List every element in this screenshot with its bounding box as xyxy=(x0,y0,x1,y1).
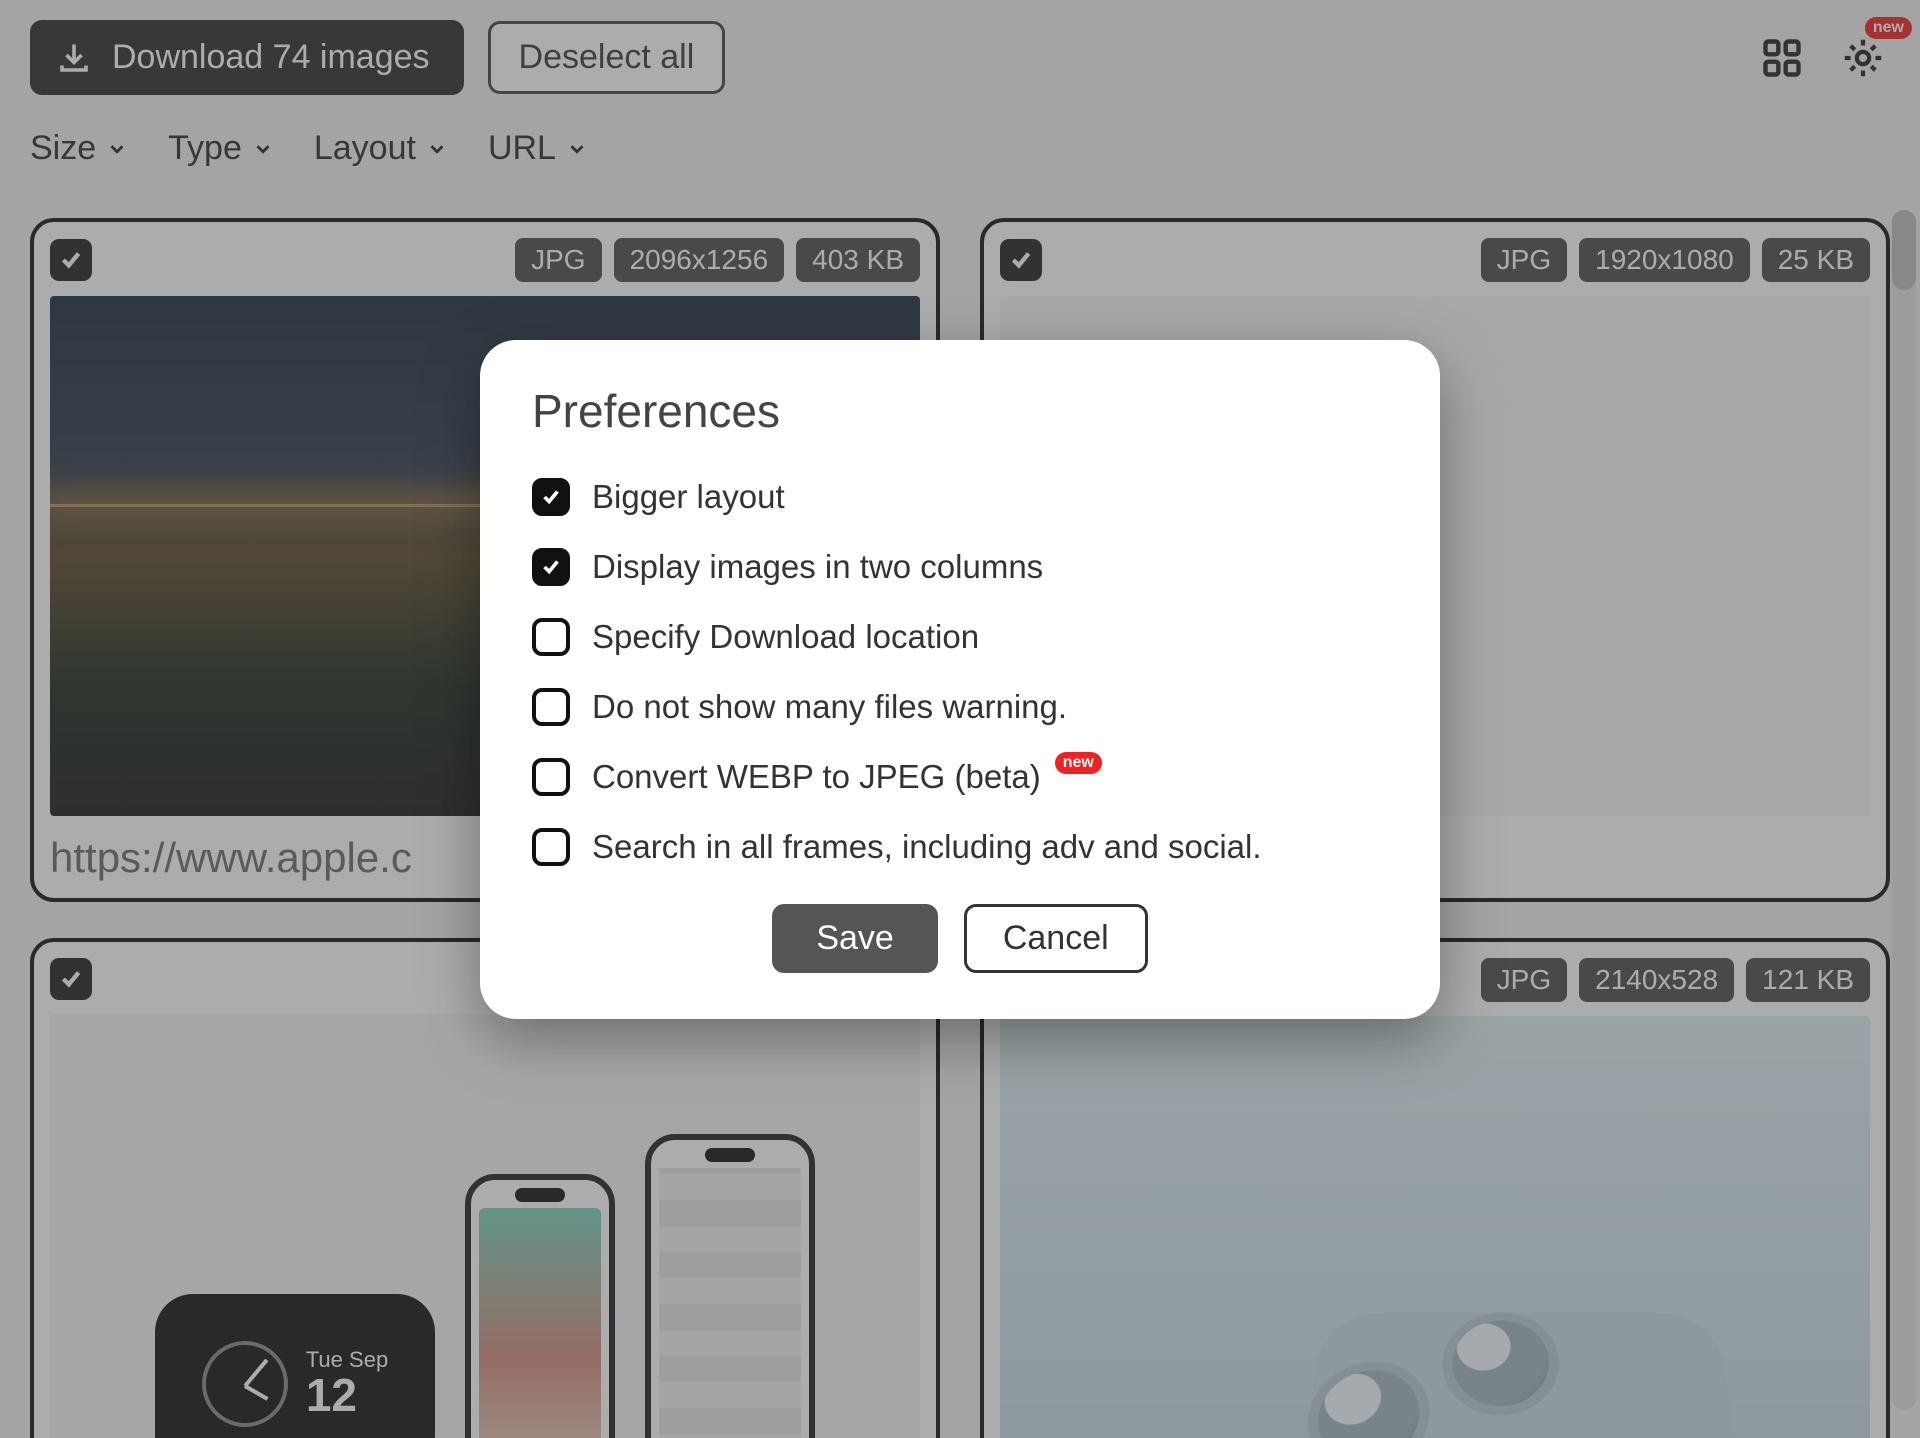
pref-option-files-warning[interactable]: Do not show many files warning. xyxy=(532,688,1388,726)
checkbox-checked[interactable] xyxy=(532,478,570,516)
phone-illustration xyxy=(645,1134,815,1438)
image-meta-pills: JPG 2096x1256 403 KB xyxy=(515,238,920,282)
camera-lens-icon xyxy=(1439,1312,1560,1415)
pref-option-download-location[interactable]: Specify Download location xyxy=(532,618,1388,656)
new-badge: new xyxy=(1055,752,1102,774)
toolbar: Download 74 images Deselect all xyxy=(30,20,1890,95)
format-pill: JPG xyxy=(515,238,601,282)
scrollbar-thumb[interactable] xyxy=(1892,210,1916,290)
settings-button[interactable]: new xyxy=(1836,31,1890,85)
pref-label: Specify Download location xyxy=(592,618,979,656)
phone-illustration xyxy=(465,1174,615,1438)
filter-url-label: URL xyxy=(488,129,556,168)
download-label: Download 74 images xyxy=(112,38,430,77)
pref-label: Search in all frames, including adv and … xyxy=(592,828,1262,866)
camera-lens-icon xyxy=(1300,1362,1433,1438)
image-thumbnail[interactable]: Tue Sep 12 xyxy=(50,1014,920,1438)
filter-type-label: Type xyxy=(168,129,242,168)
dimensions-pill: 1920x1080 xyxy=(1579,238,1750,282)
pref-option-search-frames[interactable]: Search in all frames, including adv and … xyxy=(532,828,1388,866)
dimensions-pill: 2140x528 xyxy=(1579,958,1734,1002)
select-checkbox[interactable] xyxy=(50,958,92,1000)
cancel-button[interactable]: Cancel xyxy=(964,904,1148,973)
pref-label: Convert WEBP to JPEG (beta) xyxy=(592,758,1041,796)
pref-option-webp-to-jpeg[interactable]: Convert WEBP to JPEG (beta) new xyxy=(532,758,1388,796)
filter-size[interactable]: Size xyxy=(30,129,128,168)
preferences-modal: Preferences Bigger layout Display images… xyxy=(480,340,1440,1019)
pref-option-two-columns[interactable]: Display images in two columns xyxy=(532,548,1388,586)
phone-camera-illustration xyxy=(1293,1312,1747,1438)
modal-title: Preferences xyxy=(532,384,1388,438)
pref-option-bigger-layout[interactable]: Bigger layout xyxy=(532,478,1388,516)
grid-icon xyxy=(1760,36,1804,80)
deselect-label: Deselect all xyxy=(519,38,695,76)
image-thumbnail[interactable] xyxy=(1000,1016,1870,1438)
scrollbar[interactable] xyxy=(1892,210,1916,1410)
pref-label: Bigger layout xyxy=(592,478,785,516)
dimensions-pill: 2096x1256 xyxy=(614,238,785,282)
checkbox-unchecked[interactable] xyxy=(532,688,570,726)
card-header: JPG 2096x1256 403 KB xyxy=(50,238,920,282)
filesize-pill: 403 KB xyxy=(796,238,920,282)
checkbox-unchecked[interactable] xyxy=(532,758,570,796)
pref-label: Do not show many files warning. xyxy=(592,688,1067,726)
image-meta-pills: JPG 2140x528 121 KB xyxy=(1481,958,1870,1002)
download-icon xyxy=(56,40,92,76)
download-button[interactable]: Download 74 images xyxy=(30,20,464,95)
checkbox-unchecked[interactable] xyxy=(532,828,570,866)
save-button[interactable]: Save xyxy=(772,904,938,973)
watch-day: 12 xyxy=(306,1371,388,1419)
watch-face-icon xyxy=(202,1341,288,1427)
select-checkbox[interactable] xyxy=(50,239,92,281)
save-label: Save xyxy=(816,919,894,957)
filter-type[interactable]: Type xyxy=(168,129,274,168)
chevron-down-icon xyxy=(252,138,274,160)
filter-layout-label: Layout xyxy=(314,129,416,168)
checkbox-checked[interactable] xyxy=(532,548,570,586)
filter-url[interactable]: URL xyxy=(488,129,588,168)
card-header: JPG 1920x1080 25 KB xyxy=(1000,238,1870,282)
modal-actions: Save Cancel xyxy=(532,904,1388,973)
watch-date: Tue Sep 12 xyxy=(306,1348,388,1419)
filesize-pill: 25 KB xyxy=(1762,238,1870,282)
deselect-all-button[interactable]: Deselect all xyxy=(488,21,726,94)
format-pill: JPG xyxy=(1481,238,1567,282)
settings-new-badge: new xyxy=(1865,17,1912,39)
select-checkbox[interactable] xyxy=(1000,239,1042,281)
chevron-down-icon xyxy=(566,138,588,160)
filesize-pill: 121 KB xyxy=(1746,958,1870,1002)
format-pill: JPG xyxy=(1481,958,1567,1002)
checkbox-unchecked[interactable] xyxy=(532,618,570,656)
cancel-label: Cancel xyxy=(1003,919,1109,957)
gear-icon xyxy=(1840,35,1886,81)
toolbar-right-group: new xyxy=(1756,31,1890,85)
filter-size-label: Size xyxy=(30,129,96,168)
apple-watch-illustration: Tue Sep 12 xyxy=(155,1294,435,1438)
image-meta-pills: JPG 1920x1080 25 KB xyxy=(1481,238,1870,282)
pref-label: Display images in two columns xyxy=(592,548,1043,586)
filter-bar: Size Type Layout URL xyxy=(30,129,1890,168)
grid-view-button[interactable] xyxy=(1756,32,1808,84)
chevron-down-icon xyxy=(426,138,448,160)
filter-layout[interactable]: Layout xyxy=(314,129,448,168)
chevron-down-icon xyxy=(106,138,128,160)
